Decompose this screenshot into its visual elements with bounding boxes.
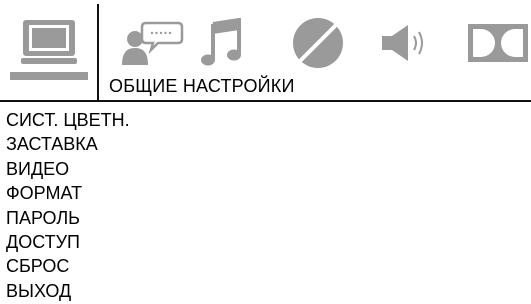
menu-item-video[interactable]: ВИДЕО [6,157,256,181]
tab-speaker[interactable] [376,14,436,72]
monitor-icon [21,20,77,64]
contrast-circle-icon [293,18,343,68]
tab-divider [97,4,99,100]
settings-tab-bar: ОБЩИЕ НАСТРОЙКИ [0,0,531,102]
menu-item-format[interactable]: ФОРМАТ [6,181,256,205]
dolby-icon [468,24,528,62]
menu-item-password[interactable]: ПАРОЛЬ [6,206,256,230]
menu-item-color-system[interactable]: СИСТ. ЦВЕТН. [6,108,256,132]
tab-audio[interactable] [198,14,248,72]
settings-menu: СИСТ. ЦВЕТН. ЗАСТАВКА ВИДЕО ФОРМАТ ПАРОЛ… [6,108,256,303]
menu-item-access[interactable]: ДОСТУП [6,230,256,254]
menu-item-reset[interactable]: СБРОС [6,254,256,278]
music-note-icon [201,18,241,66]
tab-dolby[interactable] [466,14,530,72]
menu-item-exit[interactable]: ВЫХОД [6,279,256,303]
tab-general[interactable] [10,14,88,72]
tab-language[interactable] [116,14,186,72]
section-title: ОБЩИЕ НАСТРОЙКИ [109,76,295,96]
tab-video[interactable] [288,14,348,72]
menu-item-screensaver[interactable]: ЗАСТАВКА [6,132,256,156]
speaker-icon [382,25,423,61]
person-speech-icon [122,21,184,65]
active-tab-indicator [10,72,88,80]
